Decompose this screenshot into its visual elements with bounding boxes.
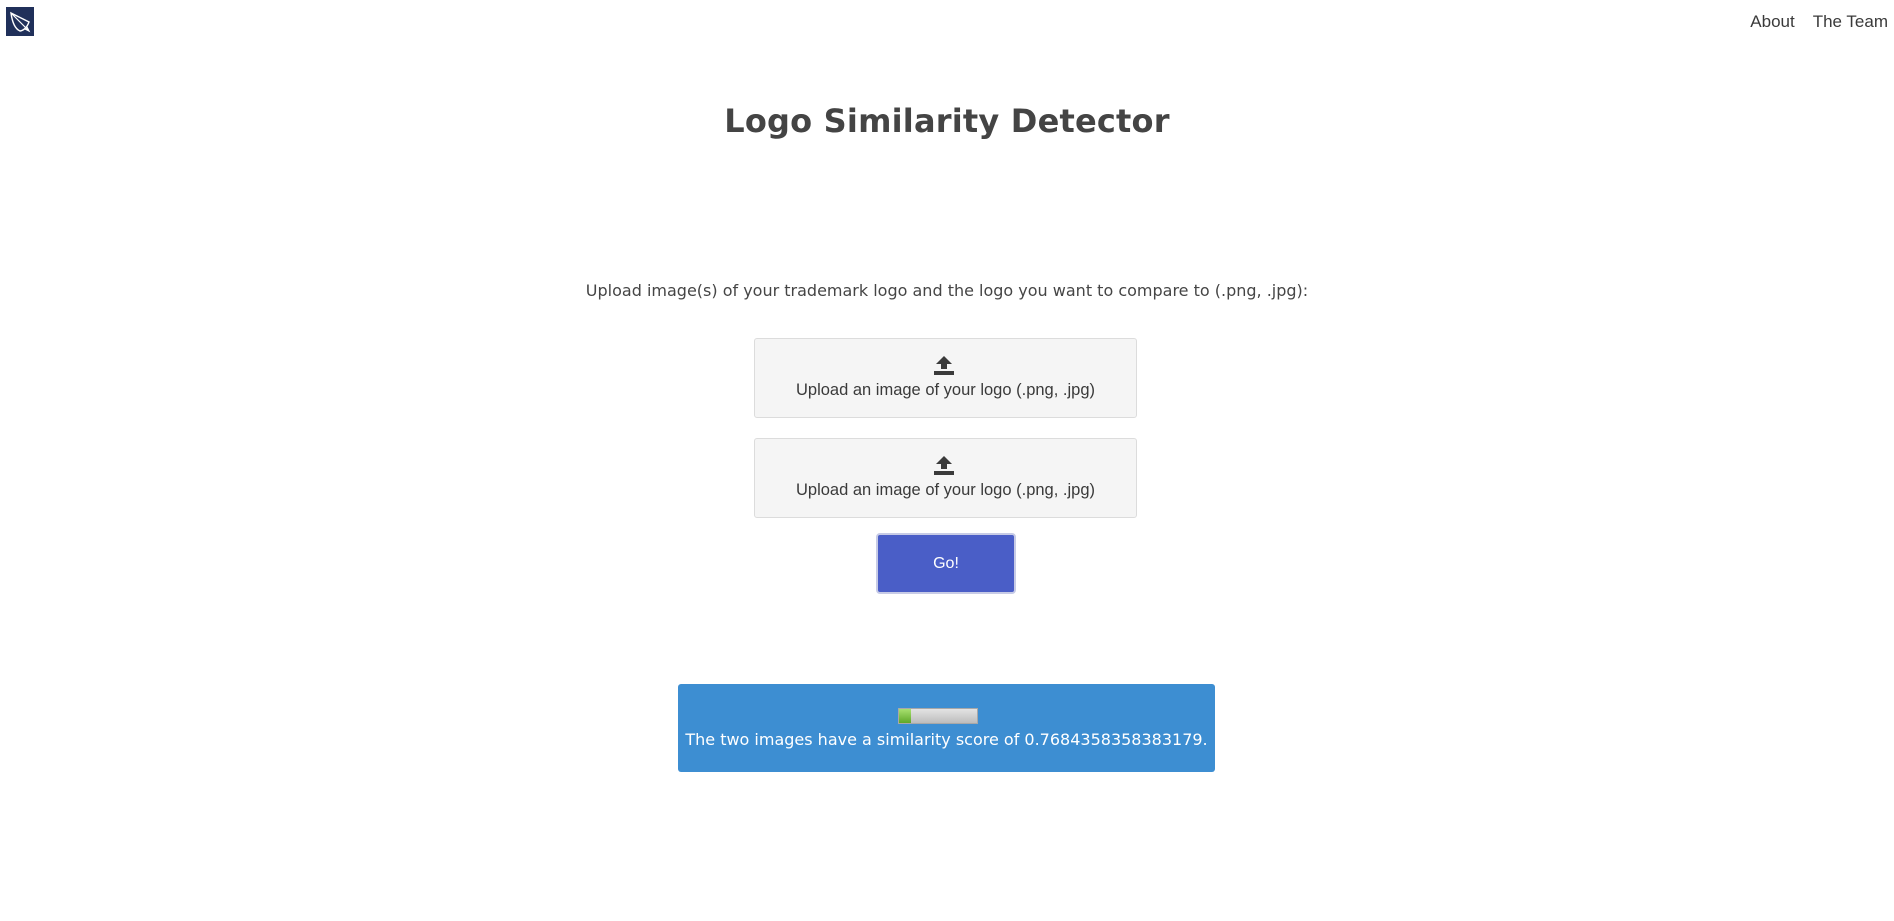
upload-logo-dropzone-2[interactable]: Upload an image of your logo (.png, .jpg… [754,438,1137,518]
nav-link-about[interactable]: About [1750,12,1794,32]
upload-icon [934,456,954,475]
upload-logo-dropzone-1[interactable]: Upload an image of your logo (.png, .jpg… [754,338,1137,418]
result-panel: The two images have a similarity score o… [678,684,1215,772]
logo-svg [10,11,31,32]
upload-label: Upload an image of your logo (.png, .jpg… [795,381,1095,399]
similarity-result-text: The two images have a similarity score o… [685,730,1208,749]
page: About The Team Logo Similarity Detector … [0,0,1894,921]
go-button[interactable]: Go! [876,533,1016,594]
similarity-score-bar-fill [899,709,912,723]
upload-label: Upload an image of your logo (.png, .jpg… [795,481,1095,499]
page-title: Logo Similarity Detector [724,102,1170,140]
similarity-score-bar [898,708,978,724]
top-nav: About The Team [1750,12,1888,32]
bow-and-arrow-logo-icon[interactable] [6,7,34,36]
upload-instructions: Upload image(s) of your trademark logo a… [585,281,1309,300]
upload-icon [934,356,954,375]
nav-link-the-team[interactable]: The Team [1813,12,1888,32]
